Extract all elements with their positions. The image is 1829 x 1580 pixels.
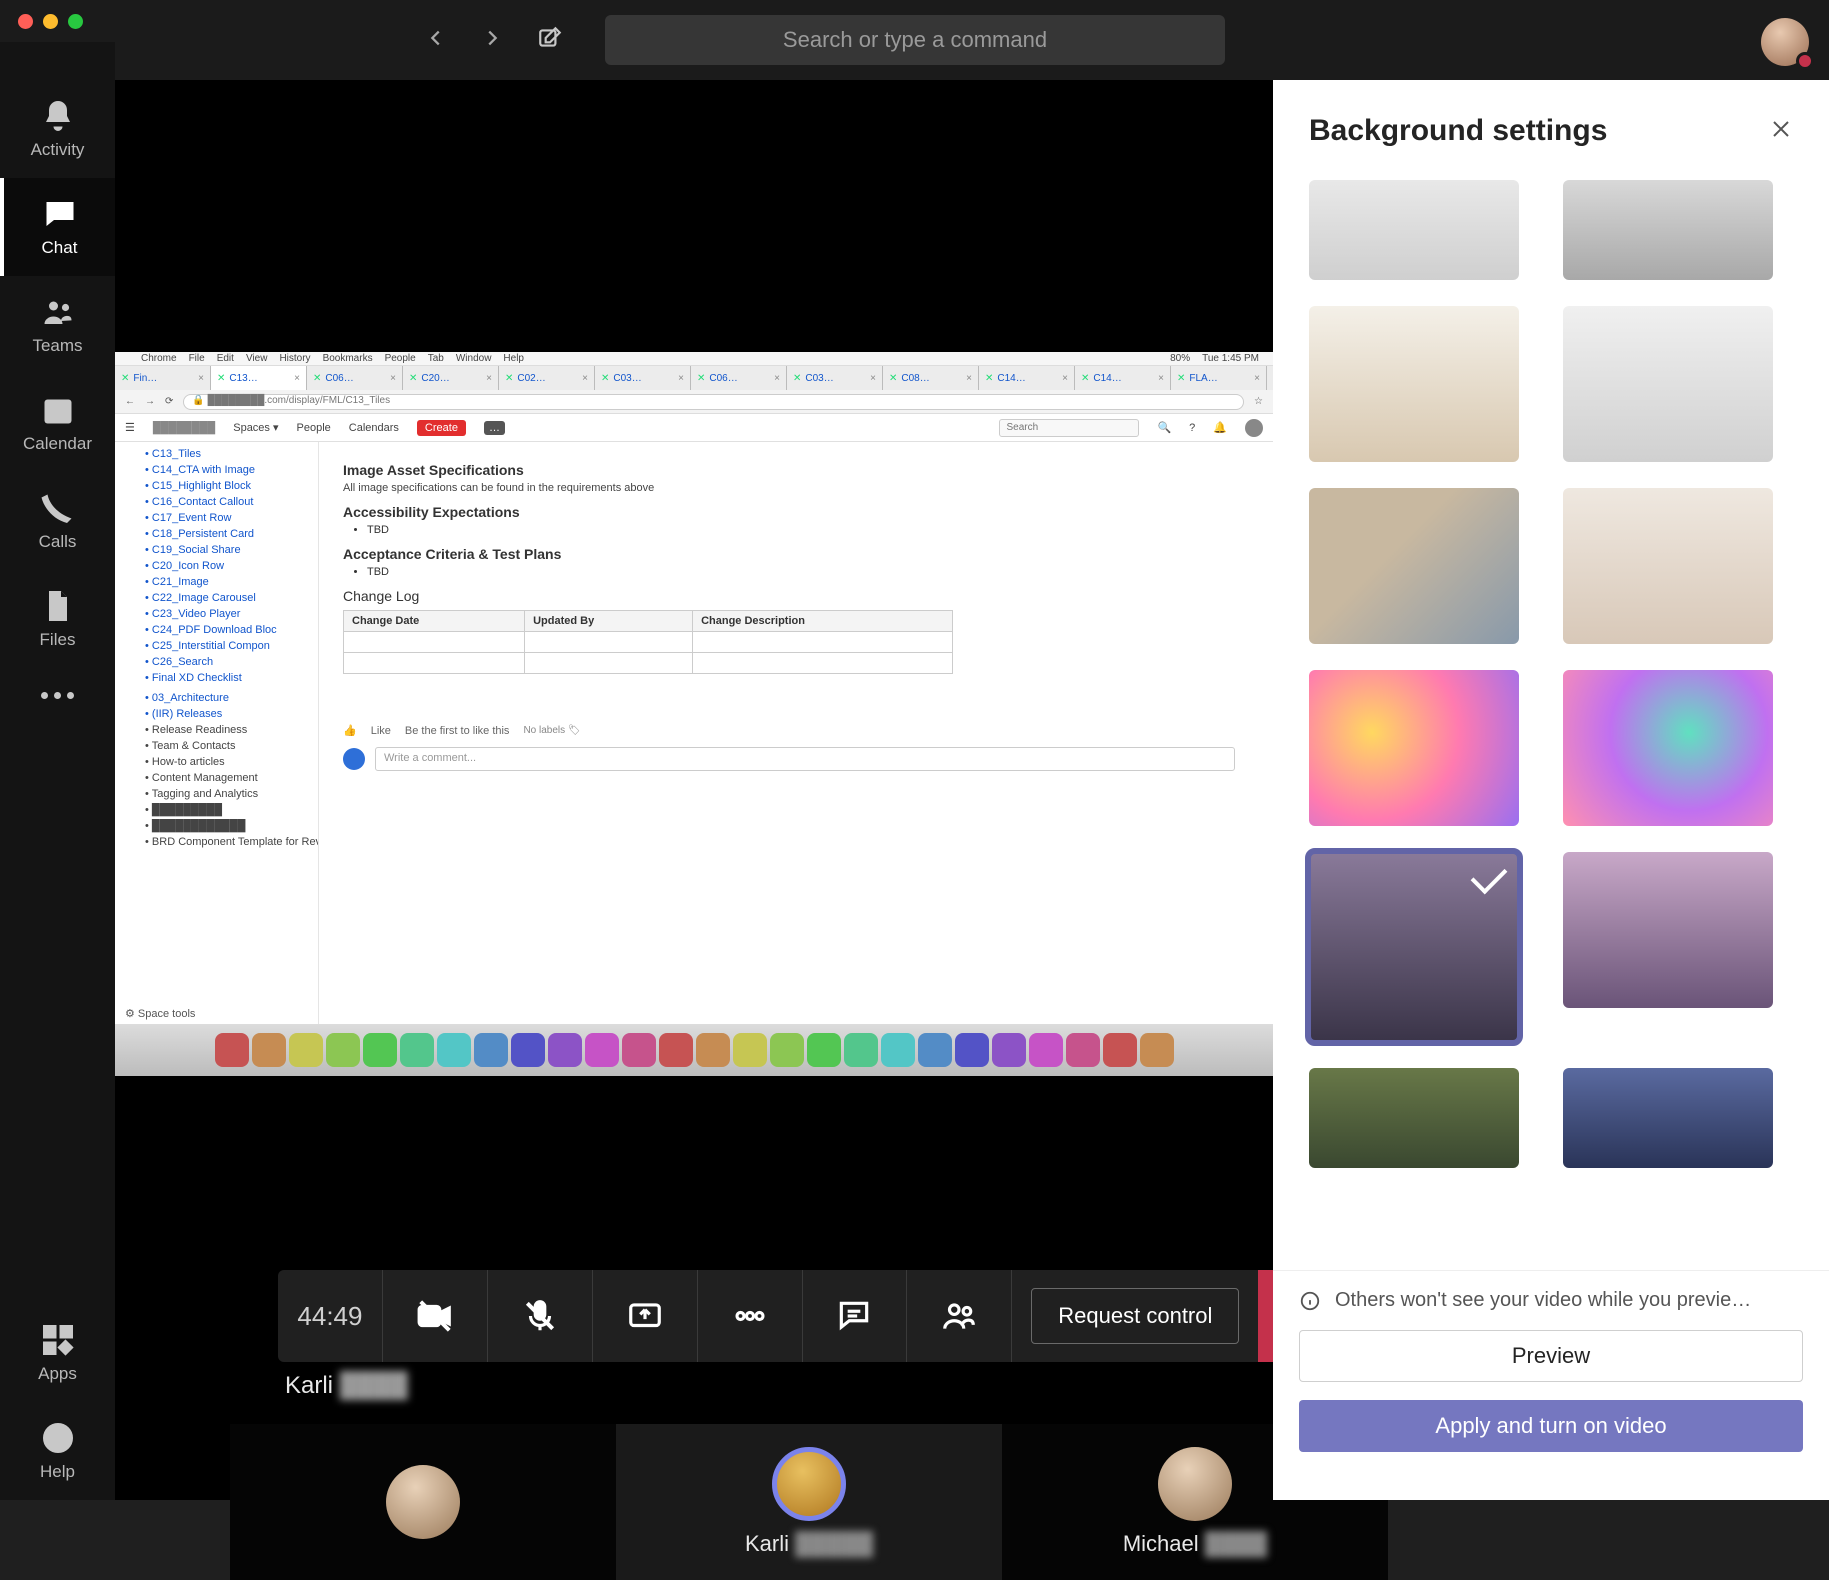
background-option[interactable] [1309,306,1519,462]
call-duration: 44:49 [278,1270,383,1362]
presenter-name-label: Karli ████ [285,1372,408,1400]
forward-icon[interactable] [481,27,503,54]
avatar [772,1447,846,1521]
show-participants-button[interactable] [907,1270,1012,1362]
traffic-light-close[interactable] [18,14,33,29]
rail-calls[interactable]: Calls [0,472,115,570]
browser-tab: ✕C06…× [307,366,403,390]
background-option[interactable] [1563,670,1773,826]
mac-dock [115,1024,1273,1076]
background-option[interactable] [1563,488,1773,644]
background-option[interactable] [1563,852,1773,1008]
background-option[interactable] [1309,1068,1519,1168]
rail-calendar[interactable]: Calendar [0,374,115,472]
toggle-camera-button[interactable] [383,1270,488,1362]
request-control-cell: Request control [1012,1270,1258,1362]
close-panel-button[interactable] [1769,117,1793,146]
toggle-mic-button[interactable] [488,1270,593,1362]
browser-tab: ✕C14…× [979,366,1075,390]
presence-busy-icon [1796,52,1814,70]
participant-tile[interactable] [230,1424,616,1580]
apply-background-button[interactable]: Apply and turn on video [1299,1400,1803,1452]
changelog-table: Change DateUpdated ByChange Description [343,610,953,674]
rail-chat[interactable]: Chat [0,178,115,276]
browser-tab: ✕C08…× [883,366,979,390]
background-thumbnail-grid [1273,162,1829,1270]
traffic-light-minimize[interactable] [43,14,58,29]
avatar [1158,1447,1232,1521]
history-nav [425,25,563,56]
browser-tab: ✕C14…× [1075,366,1171,390]
background-option[interactable] [1563,180,1773,280]
background-option[interactable] [1309,488,1519,644]
request-control-button[interactable]: Request control [1031,1288,1239,1344]
traffic-light-zoom[interactable] [68,14,83,29]
preview-button[interactable]: Preview [1299,1330,1803,1382]
background-option[interactable] [1309,670,1519,826]
meeting-toolbar: 44:49 Request control [278,1270,1340,1362]
background-option[interactable] [1563,1068,1773,1168]
share-screen-button[interactable] [593,1270,698,1362]
rail-more-icon[interactable] [41,668,74,723]
browser-tabs: ✕Fin…×✕C13…×✕C06…×✕C20…×✕C02…×✕C03…×✕C06… [115,366,1273,390]
panel-title: Background settings [1309,114,1607,148]
confluence-topnav: ☰████████ Spaces ▾PeopleCalendars Create… [115,414,1273,442]
rail-teams[interactable]: Teams [0,276,115,374]
shared-screen-content: ChromeFileEditViewHistoryBookmarksPeople… [115,352,1273,1076]
more-actions-button[interactable] [698,1270,803,1362]
browser-tab: ✕C20…× [403,366,499,390]
rail-apps[interactable]: Apps [0,1304,115,1402]
rail-activity[interactable]: Activity [0,80,115,178]
app-rail: Activity Chat Teams Calendar Calls Files… [0,42,115,1500]
background-option[interactable] [1309,180,1519,280]
browser-tab: ✕C03…× [787,366,883,390]
show-chat-button[interactable] [803,1270,908,1362]
meeting-stage: ChromeFileEditViewHistoryBookmarksPeople… [115,80,1273,1500]
participant-tile[interactable]: Karli █████ [616,1424,1002,1580]
rail-help[interactable]: Help [0,1402,115,1500]
background-option[interactable] [1563,306,1773,462]
background-settings-panel: Background settings Others won't see you… [1273,80,1829,1500]
participant-roster: Karli █████ Michael ████ [230,1424,1388,1580]
browser-urlbar: ←→⟳ 🔒 ████████.com/display/FML/C13_Tiles… [115,390,1273,414]
browser-tab: ✕Fin…× [115,366,211,390]
back-icon[interactable] [425,27,447,54]
browser-tab: ✕FLA…× [1171,366,1267,390]
avatar [386,1465,460,1539]
rail-files[interactable]: Files [0,570,115,668]
background-option[interactable] [1309,852,1519,1042]
browser-tab: ✕C02…× [499,366,595,390]
browser-tab: ✕C03…× [595,366,691,390]
mac-menubar: ChromeFileEditViewHistoryBookmarksPeople… [115,352,1273,366]
app-header: Search or type a command [115,0,1829,80]
page-tree: • C13_Tiles• C14_CTA with Image• C15_Hig… [115,442,319,1026]
command-search[interactable]: Search or type a command [605,15,1225,65]
compose-icon[interactable] [537,25,563,56]
confluence-search [999,419,1139,437]
browser-tab: ✕C06…× [691,366,787,390]
preview-info: Others won't see your video while you pr… [1299,1289,1803,1312]
browser-tab: ✕C13…× [211,366,307,390]
page-content: Image Asset Specifications All image spe… [319,442,1273,1026]
